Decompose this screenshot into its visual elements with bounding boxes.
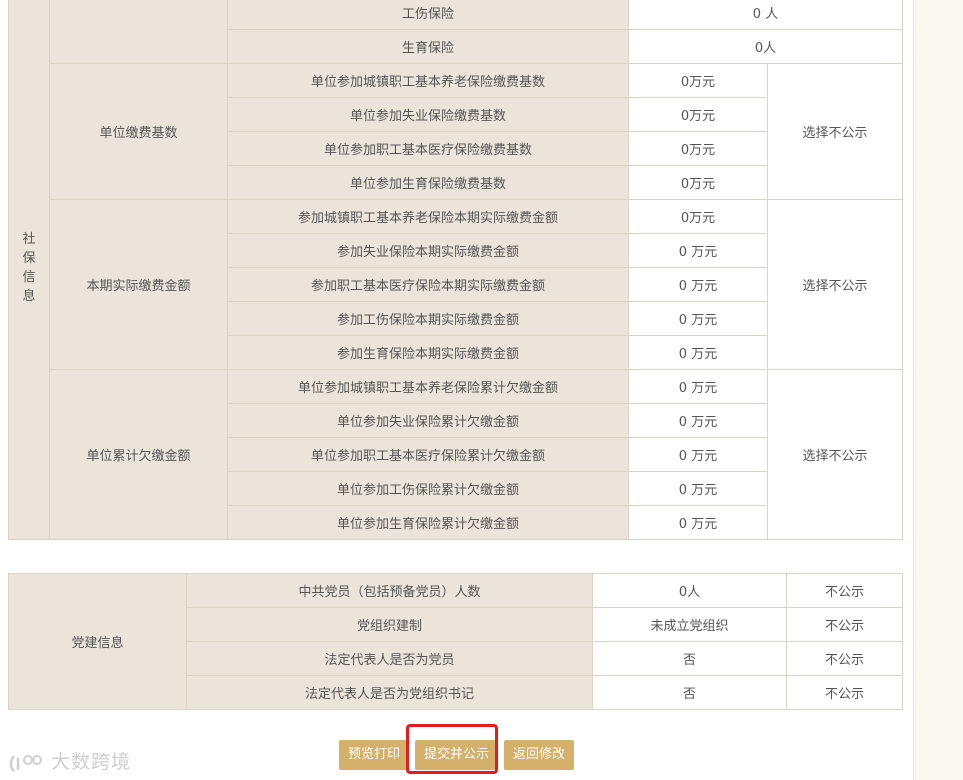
return-edit-button[interactable]: 返回修改 xyxy=(504,740,575,770)
row-value: 0 万元 xyxy=(628,505,768,540)
table-row: 党建信息 中共党员（包括预备党员）人数 0人 不公示 xyxy=(8,573,903,710)
row-value: 0万元 xyxy=(628,97,768,132)
row-label: 参加生育保险本期实际缴费金额 xyxy=(227,335,629,370)
row-value: 0 万元 xyxy=(628,437,768,472)
right-side-panel xyxy=(913,0,963,780)
row-label: 参加工伤保险本期实际缴费金额 xyxy=(227,301,629,336)
row-label: 单位参加城镇职工基本养老保险缴费基数 xyxy=(227,63,629,98)
row-label: 中共党员（包括预备党员）人数 xyxy=(186,573,593,608)
table-row: 本期实际缴费金额 参加城镇职工基本养老保险本期实际缴费金额 0万元 选择不公示 xyxy=(9,199,903,370)
social-insurance-table: 社 保 信 息 工伤保险 0 人 生育保险 0人 单位缴费基数 单位参加城镇职工… xyxy=(8,0,903,540)
section-label-char: 信 xyxy=(22,269,36,285)
row-label: 法定代表人是否为党员 xyxy=(186,641,593,676)
section-label-char: 息 xyxy=(22,288,36,304)
row-label: 单位参加失业保险累计欠缴金额 xyxy=(227,403,629,438)
row-value: 未成立党组织 xyxy=(592,607,787,642)
row-label: 参加职工基本医疗保险本期实际缴费金额 xyxy=(227,267,629,302)
row-label: 单位参加失业保险缴费基数 xyxy=(227,97,629,132)
group-title: 单位缴费基数 xyxy=(49,63,228,200)
watermark-text: 大数跨境 xyxy=(51,751,132,773)
visibility-status: 选择不公示 xyxy=(767,369,903,540)
preview-print-button[interactable]: 预览打印 xyxy=(338,740,409,770)
party-section-title: 党建信息 xyxy=(8,573,187,710)
row-value: 0 万元 xyxy=(628,233,768,268)
row-value: 0万元 xyxy=(628,63,768,98)
row-value: 0人 xyxy=(592,573,787,608)
row-value: 0 人 xyxy=(628,0,903,30)
row-label: 法定代表人是否为党组织书记 xyxy=(186,675,593,710)
row-label: 单位参加城镇职工基本养老保险累计欠缴金额 xyxy=(227,369,629,404)
action-button-bar: 预览打印 提交并公示 返回修改 xyxy=(0,740,913,770)
row-label: 单位参加职工基本医疗保险累计欠缴金额 xyxy=(227,437,629,472)
row-value: 0 万元 xyxy=(628,403,768,438)
visibility-status: 选择不公示 xyxy=(767,199,903,370)
social-insurance-section-label: 社 保 信 息 xyxy=(8,0,50,540)
row-label: 单位参加工伤保险累计欠缴金额 xyxy=(227,471,629,506)
row-value: 0万元 xyxy=(628,165,768,200)
table-row: 单位缴费基数 单位参加城镇职工基本养老保险缴费基数 0万元 选择不公示 xyxy=(9,63,903,200)
empty-group-cell xyxy=(49,0,228,64)
row-value: 0人 xyxy=(628,29,903,64)
row-label: 生育保险 xyxy=(227,29,629,64)
table-row: 单位累计欠缴金额 单位参加城镇职工基本养老保险累计欠缴金额 0 万元 选择不公示 xyxy=(9,369,903,540)
group-title: 本期实际缴费金额 xyxy=(49,199,228,370)
row-label: 工伤保险 xyxy=(227,0,629,30)
row-value: 0 万元 xyxy=(628,267,768,302)
row-label: 单位参加职工基本医疗保险缴费基数 xyxy=(227,131,629,166)
watermark-logo-icon xyxy=(9,754,42,772)
section-label-char: 社 xyxy=(22,231,36,247)
row-value: 0 万元 xyxy=(628,471,768,506)
row-label: 单位参加生育保险缴费基数 xyxy=(227,165,629,200)
visibility-status: 不公示 xyxy=(786,573,903,608)
row-value: 0 万元 xyxy=(628,335,768,370)
row-value: 0 万元 xyxy=(628,369,768,404)
row-label: 参加失业保险本期实际缴费金额 xyxy=(227,233,629,268)
row-value: 0万元 xyxy=(628,131,768,166)
row-value: 否 xyxy=(592,675,787,710)
visibility-status: 不公示 xyxy=(786,675,903,710)
row-label: 单位参加生育保险累计欠缴金额 xyxy=(227,505,629,540)
submit-publish-button[interactable]: 提交并公示 xyxy=(414,740,498,770)
visibility-status: 不公示 xyxy=(786,607,903,642)
row-label: 党组织建制 xyxy=(186,607,593,642)
table-row: 社 保 信 息 工伤保险 0 人 xyxy=(8,0,903,540)
visibility-status: 不公示 xyxy=(786,641,903,676)
party-building-table: 党建信息 中共党员（包括预备党员）人数 0人 不公示 党组织建制 未成立党组织 … xyxy=(8,573,903,710)
row-value: 0 万元 xyxy=(628,301,768,336)
row-value: 0万元 xyxy=(628,199,768,234)
watermark: 大数跨境 xyxy=(8,749,131,775)
group-title: 单位累计欠缴金额 xyxy=(49,369,228,540)
row-value: 否 xyxy=(592,641,787,676)
section-label-char: 保 xyxy=(22,250,36,266)
visibility-status: 选择不公示 xyxy=(767,63,903,200)
row-label: 参加城镇职工基本养老保险本期实际缴费金额 xyxy=(227,199,629,234)
